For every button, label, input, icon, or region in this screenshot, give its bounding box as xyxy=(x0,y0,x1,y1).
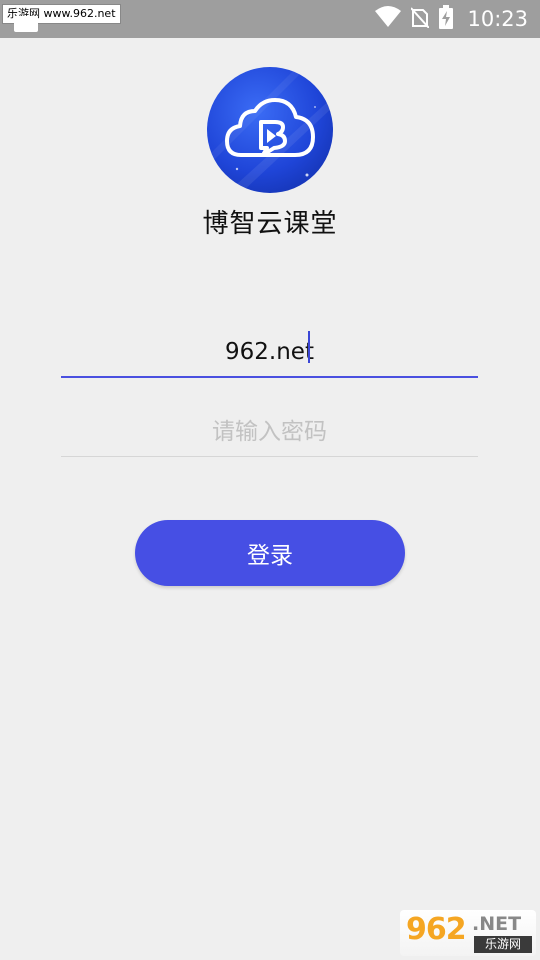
text-caret xyxy=(308,331,310,363)
site-watermark-number: 962 xyxy=(406,912,467,947)
battery-charging-icon xyxy=(439,5,454,33)
notification-icon xyxy=(14,16,38,32)
wifi-icon xyxy=(375,6,402,32)
no-signal-icon xyxy=(410,6,431,32)
status-icons: 10:23 xyxy=(375,0,528,38)
login-screen: 乐游网 www.962.net 10:23 博智云课堂 962.net 登录 9… xyxy=(0,0,540,960)
status-time: 10:23 xyxy=(467,7,528,31)
status-bar: 乐游网 www.962.net 10:23 xyxy=(0,0,540,38)
username-field[interactable] xyxy=(61,328,478,378)
site-watermark-suffix: .NET xyxy=(472,913,522,935)
app-title: 博智云课堂 xyxy=(202,209,338,239)
site-watermark-name: 乐游网 xyxy=(474,936,532,953)
login-button[interactable]: 登录 xyxy=(135,520,405,586)
app-logo xyxy=(207,67,333,193)
site-watermark-logo: 962 .NET 乐游网 xyxy=(400,910,536,956)
password-field[interactable] xyxy=(61,407,478,457)
